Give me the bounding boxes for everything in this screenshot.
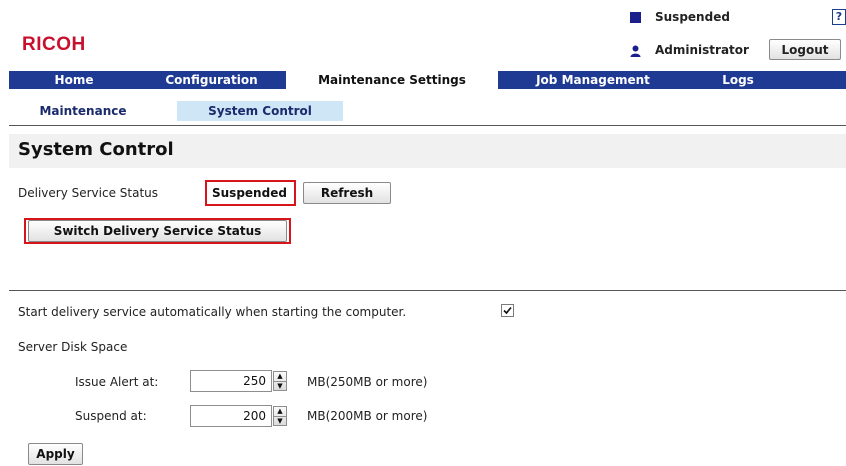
suspend-threshold-input[interactable]: 200 — [190, 405, 272, 427]
divider — [9, 290, 846, 291]
page-title: System Control — [18, 139, 174, 160]
delivery-status-label: Delivery Service Status — [18, 186, 159, 200]
user-icon — [630, 45, 641, 57]
check-icon — [503, 306, 512, 315]
logout-button[interactable]: Logout — [769, 39, 841, 60]
autostart-label: Start delivery service automatically whe… — [18, 305, 407, 319]
subtab-system-control[interactable]: System Control — [177, 101, 343, 121]
tab-job-management[interactable]: Job Management — [498, 71, 688, 89]
tab-logs[interactable]: Logs — [688, 71, 788, 89]
user-name: Administrator — [655, 43, 749, 57]
delivery-status-value: Suspended — [212, 186, 287, 200]
alert-stepper[interactable]: ▲ ▼ — [273, 371, 287, 391]
suspend-label: Suspend at: — [75, 409, 147, 423]
main-nav: Home Configuration Maintenance Settings … — [9, 71, 846, 89]
suspend-hint: MB(200MB or more) — [307, 409, 428, 423]
switch-delivery-status-button[interactable]: Switch Delivery Service Status — [28, 220, 287, 242]
divider — [9, 125, 846, 126]
refresh-button[interactable]: Refresh — [303, 182, 391, 204]
autostart-checkbox[interactable] — [501, 304, 514, 317]
stepper-down-icon[interactable]: ▼ — [274, 382, 286, 391]
tab-maintenance-settings[interactable]: Maintenance Settings — [286, 71, 498, 89]
ricoh-logo: RICOH — [22, 34, 86, 55]
stepper-up-icon[interactable]: ▲ — [274, 372, 286, 382]
alert-label: Issue Alert at: — [75, 375, 159, 389]
alert-threshold-input[interactable]: 250 — [190, 370, 272, 392]
stepper-down-icon[interactable]: ▼ — [274, 417, 286, 426]
subtab-maintenance[interactable]: Maintenance — [18, 101, 148, 121]
help-icon[interactable]: ? — [832, 9, 846, 25]
alert-hint: MB(250MB or more) — [307, 375, 428, 389]
tab-configuration[interactable]: Configuration — [139, 71, 284, 89]
apply-button[interactable]: Apply — [28, 443, 83, 465]
system-status-text: Suspended — [655, 10, 730, 24]
tab-home[interactable]: Home — [9, 71, 139, 89]
disk-space-label: Server Disk Space — [18, 340, 128, 354]
stepper-up-icon[interactable]: ▲ — [274, 407, 286, 417]
status-indicator-icon — [630, 12, 641, 23]
suspend-stepper[interactable]: ▲ ▼ — [273, 406, 287, 426]
